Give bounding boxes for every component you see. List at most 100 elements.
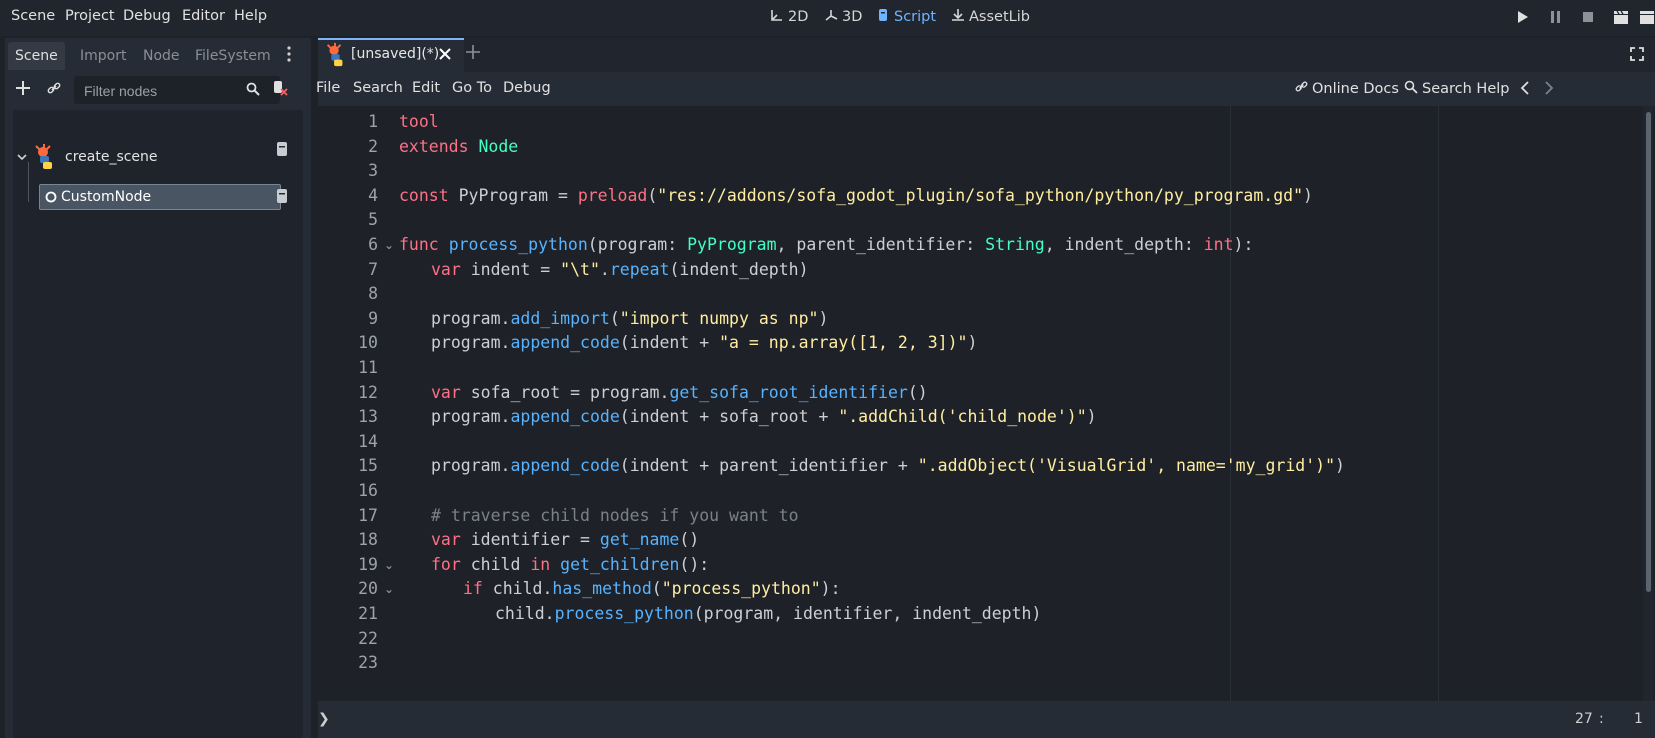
code-line: program.append_code(indent + parent_iden… (431, 456, 1345, 476)
script-menu-edit[interactable]: Edit (412, 80, 440, 96)
line-number: 7 (368, 259, 378, 279)
line-number: 22 (358, 628, 378, 648)
line-number: 20 (358, 579, 378, 599)
new-tab-plus-icon[interactable] (466, 45, 480, 63)
menu-debug[interactable]: Debug (123, 8, 171, 24)
tab-import[interactable]: Import (73, 42, 133, 70)
fold-chevron-icon[interactable]: ⌄ (384, 582, 394, 596)
fold-chevron-icon[interactable]: ⌄ (384, 238, 394, 252)
code-editor[interactable]: 1 tool 2 extends Node 3 4 const PyProgram = pr… (318, 106, 1643, 701)
line-number: 14 (358, 431, 378, 451)
cursor-separator: : (1599, 711, 1604, 727)
menu-project[interactable]: Project (65, 8, 115, 24)
vertical-scrollbar[interactable] (1643, 106, 1653, 701)
play-icon[interactable] (1516, 10, 1530, 24)
python-godot-icon (322, 40, 348, 74)
scene-dock: Scene Import Node FileSystem Filter node… (5, 38, 311, 738)
output-toggle-icon[interactable]: ❯ (318, 711, 330, 727)
node-circle-icon (45, 191, 57, 207)
menu-editor[interactable]: Editor (182, 8, 225, 24)
line-number: 6 (368, 235, 378, 254)
scene-toolbar (5, 72, 311, 110)
python-godot-icon (30, 142, 58, 176)
line-number: 9 (368, 308, 378, 328)
script-remove-icon[interactable] (272, 80, 288, 100)
line-number: 21 (358, 604, 378, 623)
script-menu-debug[interactable]: Debug (503, 80, 551, 96)
line-number: 19 (358, 554, 378, 574)
tab-unsaved-script[interactable]: [unsaved](*) (318, 38, 464, 72)
pause-icon[interactable] (1549, 10, 1563, 24)
history-forward-icon[interactable] (1544, 81, 1554, 99)
code-line: for child in get_children(): (431, 554, 710, 574)
stop-icon[interactable] (1581, 10, 1595, 24)
tab-label: [unsaved](*) (351, 46, 440, 62)
clapperboard-scene-icon[interactable] (1640, 10, 1654, 24)
line-number: 5 (368, 210, 378, 230)
filter-nodes-input[interactable] (82, 76, 256, 106)
code-line: const PyProgram = preload("res://addons/… (399, 185, 1313, 205)
script-tab-strip: [unsaved](*) (318, 38, 1655, 72)
script-menu-search[interactable]: Search (353, 80, 403, 96)
kebab-menu-icon[interactable] (287, 46, 291, 66)
instance-link-icon[interactable] (47, 81, 61, 99)
menu-help[interactable]: Help (234, 8, 267, 24)
tab-filesystem[interactable]: FileSystem (188, 42, 278, 70)
line-number: 11 (358, 358, 378, 377)
search-doc-icon (1404, 80, 1418, 98)
tree-row-custom-node[interactable]: CustomNode (13, 184, 303, 212)
editor-status-bar: ❯ 27 : 1 (318, 701, 1655, 738)
code-line: program.add_import("import numpy as np") (431, 308, 829, 328)
search-icon (246, 82, 260, 100)
workspace-assetlib-label: AssetLib (969, 9, 1030, 25)
line-number: 1 (368, 112, 378, 131)
close-icon[interactable] (439, 48, 451, 64)
attached-script-icon[interactable] (275, 141, 289, 161)
script-icon (876, 8, 890, 26)
menu-scene[interactable]: Scene (11, 8, 55, 24)
fold-chevron-icon[interactable]: ⌄ (384, 558, 394, 572)
search-help-button[interactable]: Search Help (1404, 80, 1509, 98)
clapperboard-icon[interactable] (1614, 10, 1628, 24)
code-line: var identifier = get_name() (431, 530, 700, 550)
line-number: 23 (358, 653, 378, 673)
history-back-icon[interactable] (1520, 81, 1530, 99)
workspace-script-label: Script (894, 9, 937, 25)
workspace-3d-label: 3D (842, 9, 863, 25)
line-number: 10 (358, 333, 378, 353)
code-line: if child.has_method("process_python"): (463, 579, 841, 599)
tab-scene[interactable]: Scene (8, 42, 65, 70)
line-number: 2 (368, 136, 378, 156)
scrollbar-thumb[interactable] (1646, 112, 1651, 592)
online-docs-button[interactable]: Online Docs (1295, 80, 1399, 97)
3d-icon (824, 8, 838, 26)
attached-script-icon[interactable] (275, 188, 289, 208)
tree-row-create-scene[interactable]: create_scene (13, 141, 303, 172)
line-length-guide-hard (1438, 106, 1439, 701)
online-docs-label: Online Docs (1312, 80, 1399, 97)
line-number: 12 (358, 382, 378, 402)
code-line: extends Node (399, 136, 519, 156)
chevron-down-icon[interactable] (17, 150, 27, 166)
workspace-3d-button[interactable]: 3D (824, 8, 862, 26)
distraction-free-expand-icon[interactable] (1630, 47, 1644, 65)
script-menu-file[interactable]: File (316, 80, 340, 96)
workspace-assetlib-button[interactable]: AssetLib (951, 8, 1030, 26)
script-editor: [unsaved](*) File Search Edit Go To Debu… (316, 38, 1655, 738)
workspace-2d-button[interactable]: 2D (770, 8, 808, 26)
line-number: 18 (358, 530, 378, 550)
line-number: 16 (358, 481, 378, 500)
workspace-script-button[interactable]: Script (876, 8, 936, 26)
tab-node[interactable]: Node (136, 42, 187, 70)
add-node-icon[interactable] (16, 81, 30, 99)
filter-nodes-field[interactable] (74, 76, 280, 106)
code-line: func process_python(program: PyProgram, … (399, 235, 1254, 254)
code-line: program.append_code(indent + "a = np.arr… (431, 333, 978, 353)
script-menu-bar: File Search Edit Go To Debug Online Docs… (316, 72, 1655, 106)
code-line: var sofa_root = program.get_sofa_root_id… (431, 382, 928, 402)
top-menu-bar: Scene Project Debug Editor Help 2D 3D Sc… (0, 0, 1655, 36)
script-menu-goto[interactable]: Go To (452, 80, 492, 96)
workspace-2d-label: 2D (788, 9, 809, 25)
line-number: 3 (368, 161, 378, 181)
line-number: 8 (368, 284, 378, 304)
